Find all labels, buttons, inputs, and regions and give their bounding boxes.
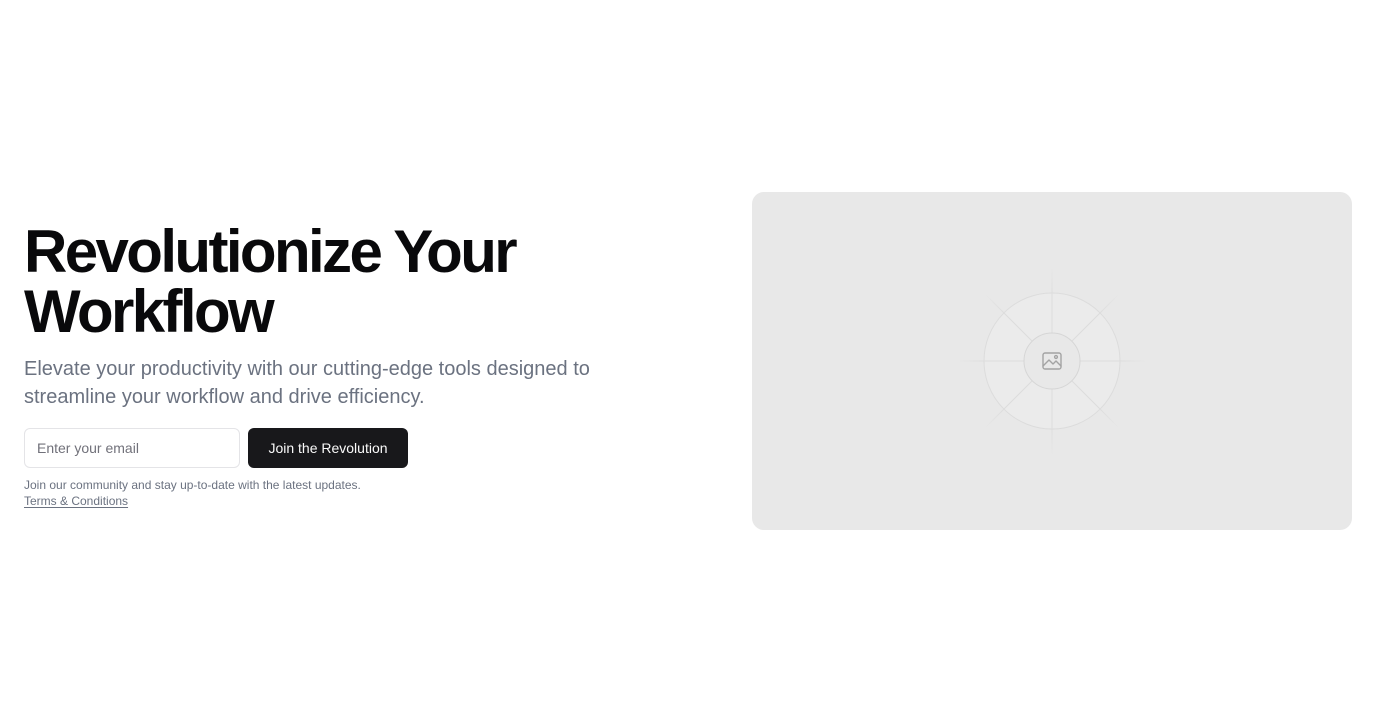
inner-ring (1023, 332, 1081, 390)
signup-fineprint: Join our community and stay up-to-date w… (24, 477, 664, 509)
page-title: Revolutionize Your Workflow (24, 222, 664, 342)
hero-subtitle: Elevate your productivity with our cutti… (24, 358, 590, 408)
hero-content: Revolutionize Your Workflow Elevate your… (24, 222, 664, 509)
title-line-1: Revolutionize Your (24, 218, 518, 285)
title-line-2: Workflow (24, 278, 275, 345)
hero-section: Revolutionize Your Workflow Elevate your… (0, 0, 1376, 722)
placeholder-graphic (957, 266, 1147, 456)
signup-form: Join the Revolution (24, 428, 664, 468)
join-button[interactable]: Join the Revolution (248, 428, 408, 468)
terms-link[interactable]: Terms & Conditions (24, 494, 128, 508)
hero-image-placeholder (752, 192, 1352, 530)
email-field[interactable] (24, 428, 240, 468)
fineprint-text: Join our community and stay up-to-date w… (24, 478, 361, 492)
